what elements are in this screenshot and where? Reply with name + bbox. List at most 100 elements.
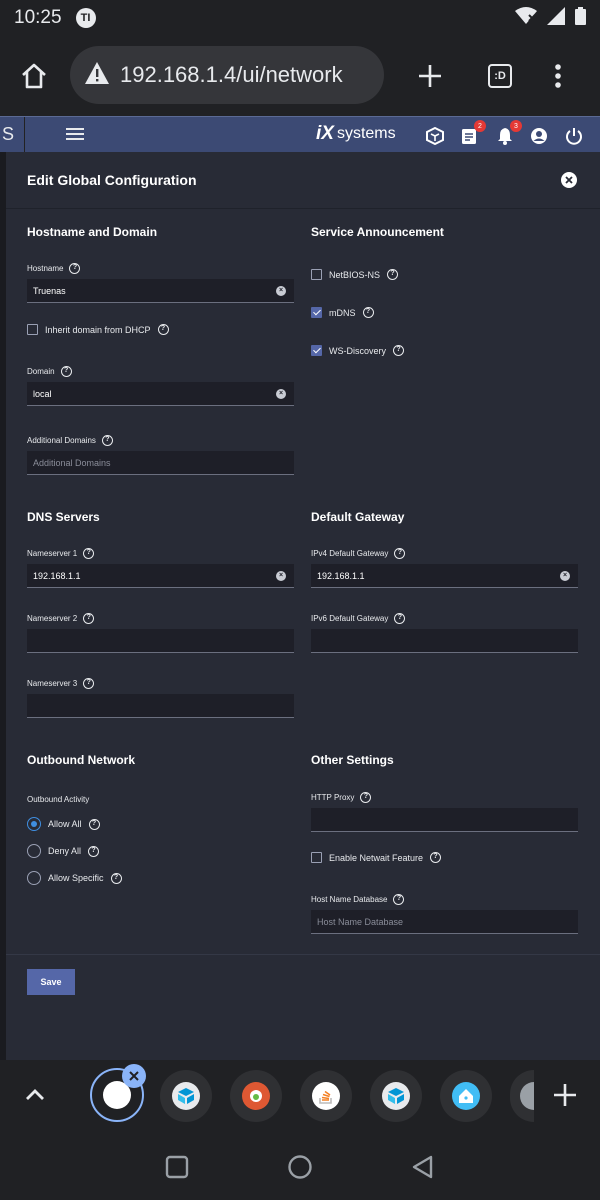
help-icon[interactable]: ? [88,845,100,857]
radio-button[interactable] [27,817,41,831]
home-button[interactable] [16,58,52,94]
more-vert-icon [555,64,561,88]
netwait-checkbox[interactable]: Enable Netwait Feature ? [311,852,442,863]
tab-home-assistant[interactable] [440,1070,492,1122]
radio-allow-specific[interactable]: Allow Specific ? [27,871,122,885]
checkbox-box[interactable] [311,852,322,863]
ipv6-gateway-label-text: IPv6 Default Gateway [311,614,389,623]
nameserver2-label-text: Nameserver 2 [27,614,78,623]
inherit-domain-checkbox[interactable]: Inherit domain from DHCP ? [27,324,169,335]
additional-domains-input[interactable]: Additional Domains [27,451,294,475]
help-icon[interactable]: ? [88,818,100,830]
recents-button[interactable] [164,1154,190,1180]
ipv4-gateway-value: 192.168.1.1 [317,570,365,581]
save-button[interactable]: Save [27,969,75,995]
form-title: Edit Global Configuration [27,172,197,188]
ipv6-gateway-label: IPv6 Default Gateway ? [311,613,406,624]
logo-text: systems [336,125,396,142]
ws-discovery-label: WS-Discovery [329,345,387,356]
ws-discovery-checkbox[interactable]: WS-Discovery ? [311,345,405,356]
radio-allow-all[interactable]: Allow All ? [27,817,100,831]
domain-value: local [33,388,52,399]
allow-specific-label: Allow Specific [48,873,104,883]
new-tab-button[interactable] [412,58,448,94]
clear-icon[interactable]: × [560,571,570,581]
ixsystems-logo[interactable]: iX systems [316,123,396,145]
help-icon[interactable]: ? [387,269,399,280]
help-icon[interactable]: ? [393,345,405,356]
help-icon[interactable]: ? [157,324,169,335]
clear-icon[interactable]: × [276,286,286,296]
help-icon[interactable]: ? [60,366,72,377]
checkbox-box[interactable] [27,324,38,335]
help-icon[interactable]: ? [430,852,442,863]
domain-input[interactable]: local × [27,382,294,406]
menu-toggle-icon[interactable] [66,128,84,142]
help-icon[interactable]: ? [394,548,406,559]
logo-mark: iX [316,123,334,144]
ipv4-gateway-input[interactable]: 192.168.1.1 × [311,564,578,588]
home-nav-button[interactable] [287,1154,313,1180]
help-icon[interactable]: ? [83,548,95,559]
new-tab-strip-button[interactable] [550,1080,580,1110]
close-button[interactable] [561,172,577,188]
expand-tabs-button[interactable] [22,1082,48,1108]
truecommand-icon[interactable] [424,125,446,147]
form-header: Edit Global Configuration [6,152,600,208]
help-icon[interactable]: ? [394,613,406,624]
checkbox-box[interactable] [311,345,322,356]
tab-switcher-button[interactable]: :D [482,58,518,94]
wifi-icon [515,6,537,30]
help-icon[interactable]: ? [69,263,81,274]
help-icon[interactable]: ? [110,872,122,884]
address-bar[interactable]: 192.168.1.4/ui/network [70,46,384,104]
additional-domains-label-text: Additional Domains [27,436,96,445]
deny-all-label: Deny All [48,846,82,856]
clear-icon[interactable]: × [276,389,286,399]
mdns-label: mDNS [329,307,356,318]
help-icon[interactable]: ? [83,613,95,624]
tab-duckduckgo[interactable] [230,1070,282,1122]
help-icon[interactable]: ? [83,678,95,689]
help-icon[interactable]: ? [393,894,405,905]
outbound-activity-label: Outbound Activity [27,795,89,804]
tab-truenas-1[interactable] [160,1070,212,1122]
help-icon[interactable]: ? [360,792,372,803]
ipv6-gateway-input[interactable] [311,629,578,653]
close-tab-button[interactable] [122,1064,146,1088]
tab-stackoverflow[interactable] [300,1070,352,1122]
power-icon[interactable] [563,125,585,147]
nameserver1-input[interactable]: 192.168.1.1 × [27,564,294,588]
tab-strip [0,1060,600,1132]
account-icon[interactable] [528,125,550,147]
help-icon[interactable]: ? [101,435,113,446]
clear-icon[interactable]: × [276,571,286,581]
nameserver3-input[interactable] [27,694,294,718]
help-icon[interactable]: ? [362,307,374,318]
status-indicators [515,6,586,30]
host-name-database-label-text: Host Name Database [311,895,388,904]
hostname-input[interactable]: Truenas × [27,279,294,303]
browser-menu-button[interactable] [540,58,576,94]
checkbox-box[interactable] [311,269,322,280]
close-icon [565,176,573,184]
checkbox-box[interactable] [311,307,322,318]
radio-button[interactable] [27,844,41,858]
radio-button[interactable] [27,871,41,885]
alerts-bell-icon[interactable]: 3 [494,120,522,147]
http-proxy-input[interactable] [311,808,578,832]
tasks-badge: 2 [474,120,486,132]
mdns-checkbox[interactable]: mDNS ? [311,307,374,318]
plus-icon [554,1084,576,1106]
additional-domains-label: Additional Domains ? [27,435,113,446]
nameserver2-input[interactable] [27,629,294,653]
netbios-ns-checkbox[interactable]: NetBIOS-NS ? [311,269,399,280]
radio-deny-all[interactable]: Deny All ? [27,844,100,858]
tab-partial[interactable] [510,1070,534,1122]
inherit-domain-label: Inherit domain from DHCP [45,324,151,335]
signal-icon [547,6,565,30]
tab-truenas-2[interactable] [370,1070,422,1122]
host-name-database-input[interactable]: Host Name Database [311,910,578,934]
back-button[interactable] [410,1154,436,1180]
tasks-icon[interactable]: 2 [458,120,486,147]
